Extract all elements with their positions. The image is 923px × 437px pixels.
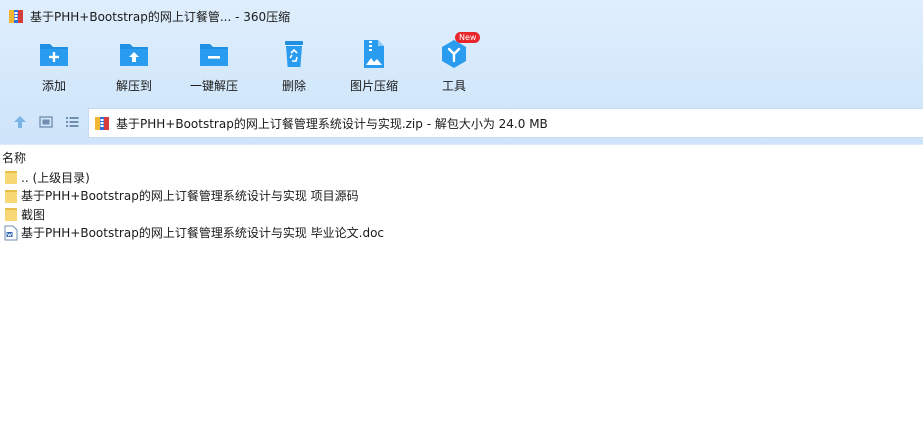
- recycle-bin-icon: [285, 41, 303, 67]
- one-click-extract-label: 一键解压: [189, 79, 238, 93]
- one-click-extract-icon: [200, 44, 228, 66]
- image-compress-icon: [364, 40, 384, 68]
- folder-icon: [5, 208, 17, 222]
- add-label: 添加: [41, 79, 66, 93]
- list-item-parent-directory[interactable]: .. (上级目录): [0, 168, 923, 187]
- new-badge: New: [455, 32, 481, 43]
- address-row: 基于PHH+Bootstrap的网上订餐管理系统设计与实现.zip - 解包大小…: [0, 105, 923, 139]
- word-document-icon: [4, 225, 18, 241]
- file-name: 截图: [21, 207, 46, 222]
- file-list: .. (上级目录) 基于PHH+Bootstrap的网上订餐管理系统设计与实现 …: [0, 168, 923, 242]
- header-area: 基于PHH+Bootstrap的网上订餐管... - 360压缩 添加 解压到: [0, 0, 923, 144]
- main-toolbar: 添加 解压到 一键解压 删除 图片压缩 New 工具: [14, 32, 494, 100]
- delete-label: 删除: [281, 79, 306, 93]
- up-arrow-icon[interactable]: [12, 114, 28, 130]
- image-compress-button[interactable]: 图片压缩: [334, 38, 414, 100]
- add-button[interactable]: 添加: [14, 38, 94, 100]
- name-column-header[interactable]: 名称: [2, 149, 26, 166]
- title-bar: 基于PHH+Bootstrap的网上订餐管... - 360压缩: [0, 0, 923, 32]
- list-item-screenshots-folder[interactable]: 截图: [0, 205, 923, 224]
- zip-archive-icon: [9, 10, 23, 23]
- column-header: 名称: [0, 144, 923, 166]
- address-path: 基于PHH+Bootstrap的网上订餐管理系统设计与实现.zip - 解包大小…: [116, 116, 548, 131]
- extract-to-label: 解压到: [115, 79, 152, 93]
- file-name: .. (上级目录): [21, 170, 90, 185]
- folder-icon: [5, 189, 17, 203]
- list-item-thesis-doc[interactable]: 基于PHH+Bootstrap的网上订餐管理系统设计与实现 毕业论文.doc: [0, 224, 923, 243]
- tools-label: 工具: [441, 79, 466, 93]
- tools-button[interactable]: New 工具: [414, 32, 494, 100]
- one-click-extract-button[interactable]: 一键解压: [174, 38, 254, 100]
- view-icon[interactable]: [38, 114, 54, 130]
- address-bar[interactable]: 基于PHH+Bootstrap的网上订餐管理系统设计与实现.zip - 解包大小…: [88, 108, 923, 138]
- delete-button[interactable]: 删除: [254, 38, 334, 100]
- add-folder-icon: [40, 44, 68, 66]
- zip-archive-icon: [95, 117, 109, 130]
- list-view-icon[interactable]: [64, 114, 80, 130]
- extract-to-folder-icon: [120, 44, 148, 66]
- file-name: 基于PHH+Bootstrap的网上订餐管理系统设计与实现 项目源码: [21, 189, 359, 204]
- file-name: 基于PHH+Bootstrap的网上订餐管理系统设计与实现 毕业论文.doc: [21, 226, 385, 241]
- list-item-source-folder[interactable]: 基于PHH+Bootstrap的网上订餐管理系统设计与实现 项目源码: [0, 187, 923, 206]
- folder-icon: [5, 171, 17, 185]
- window-title: 基于PHH+Bootstrap的网上订餐管... - 360压缩: [30, 9, 291, 24]
- image-compress-label: 图片压缩: [349, 79, 398, 93]
- extract-to-button[interactable]: 解压到: [94, 38, 174, 100]
